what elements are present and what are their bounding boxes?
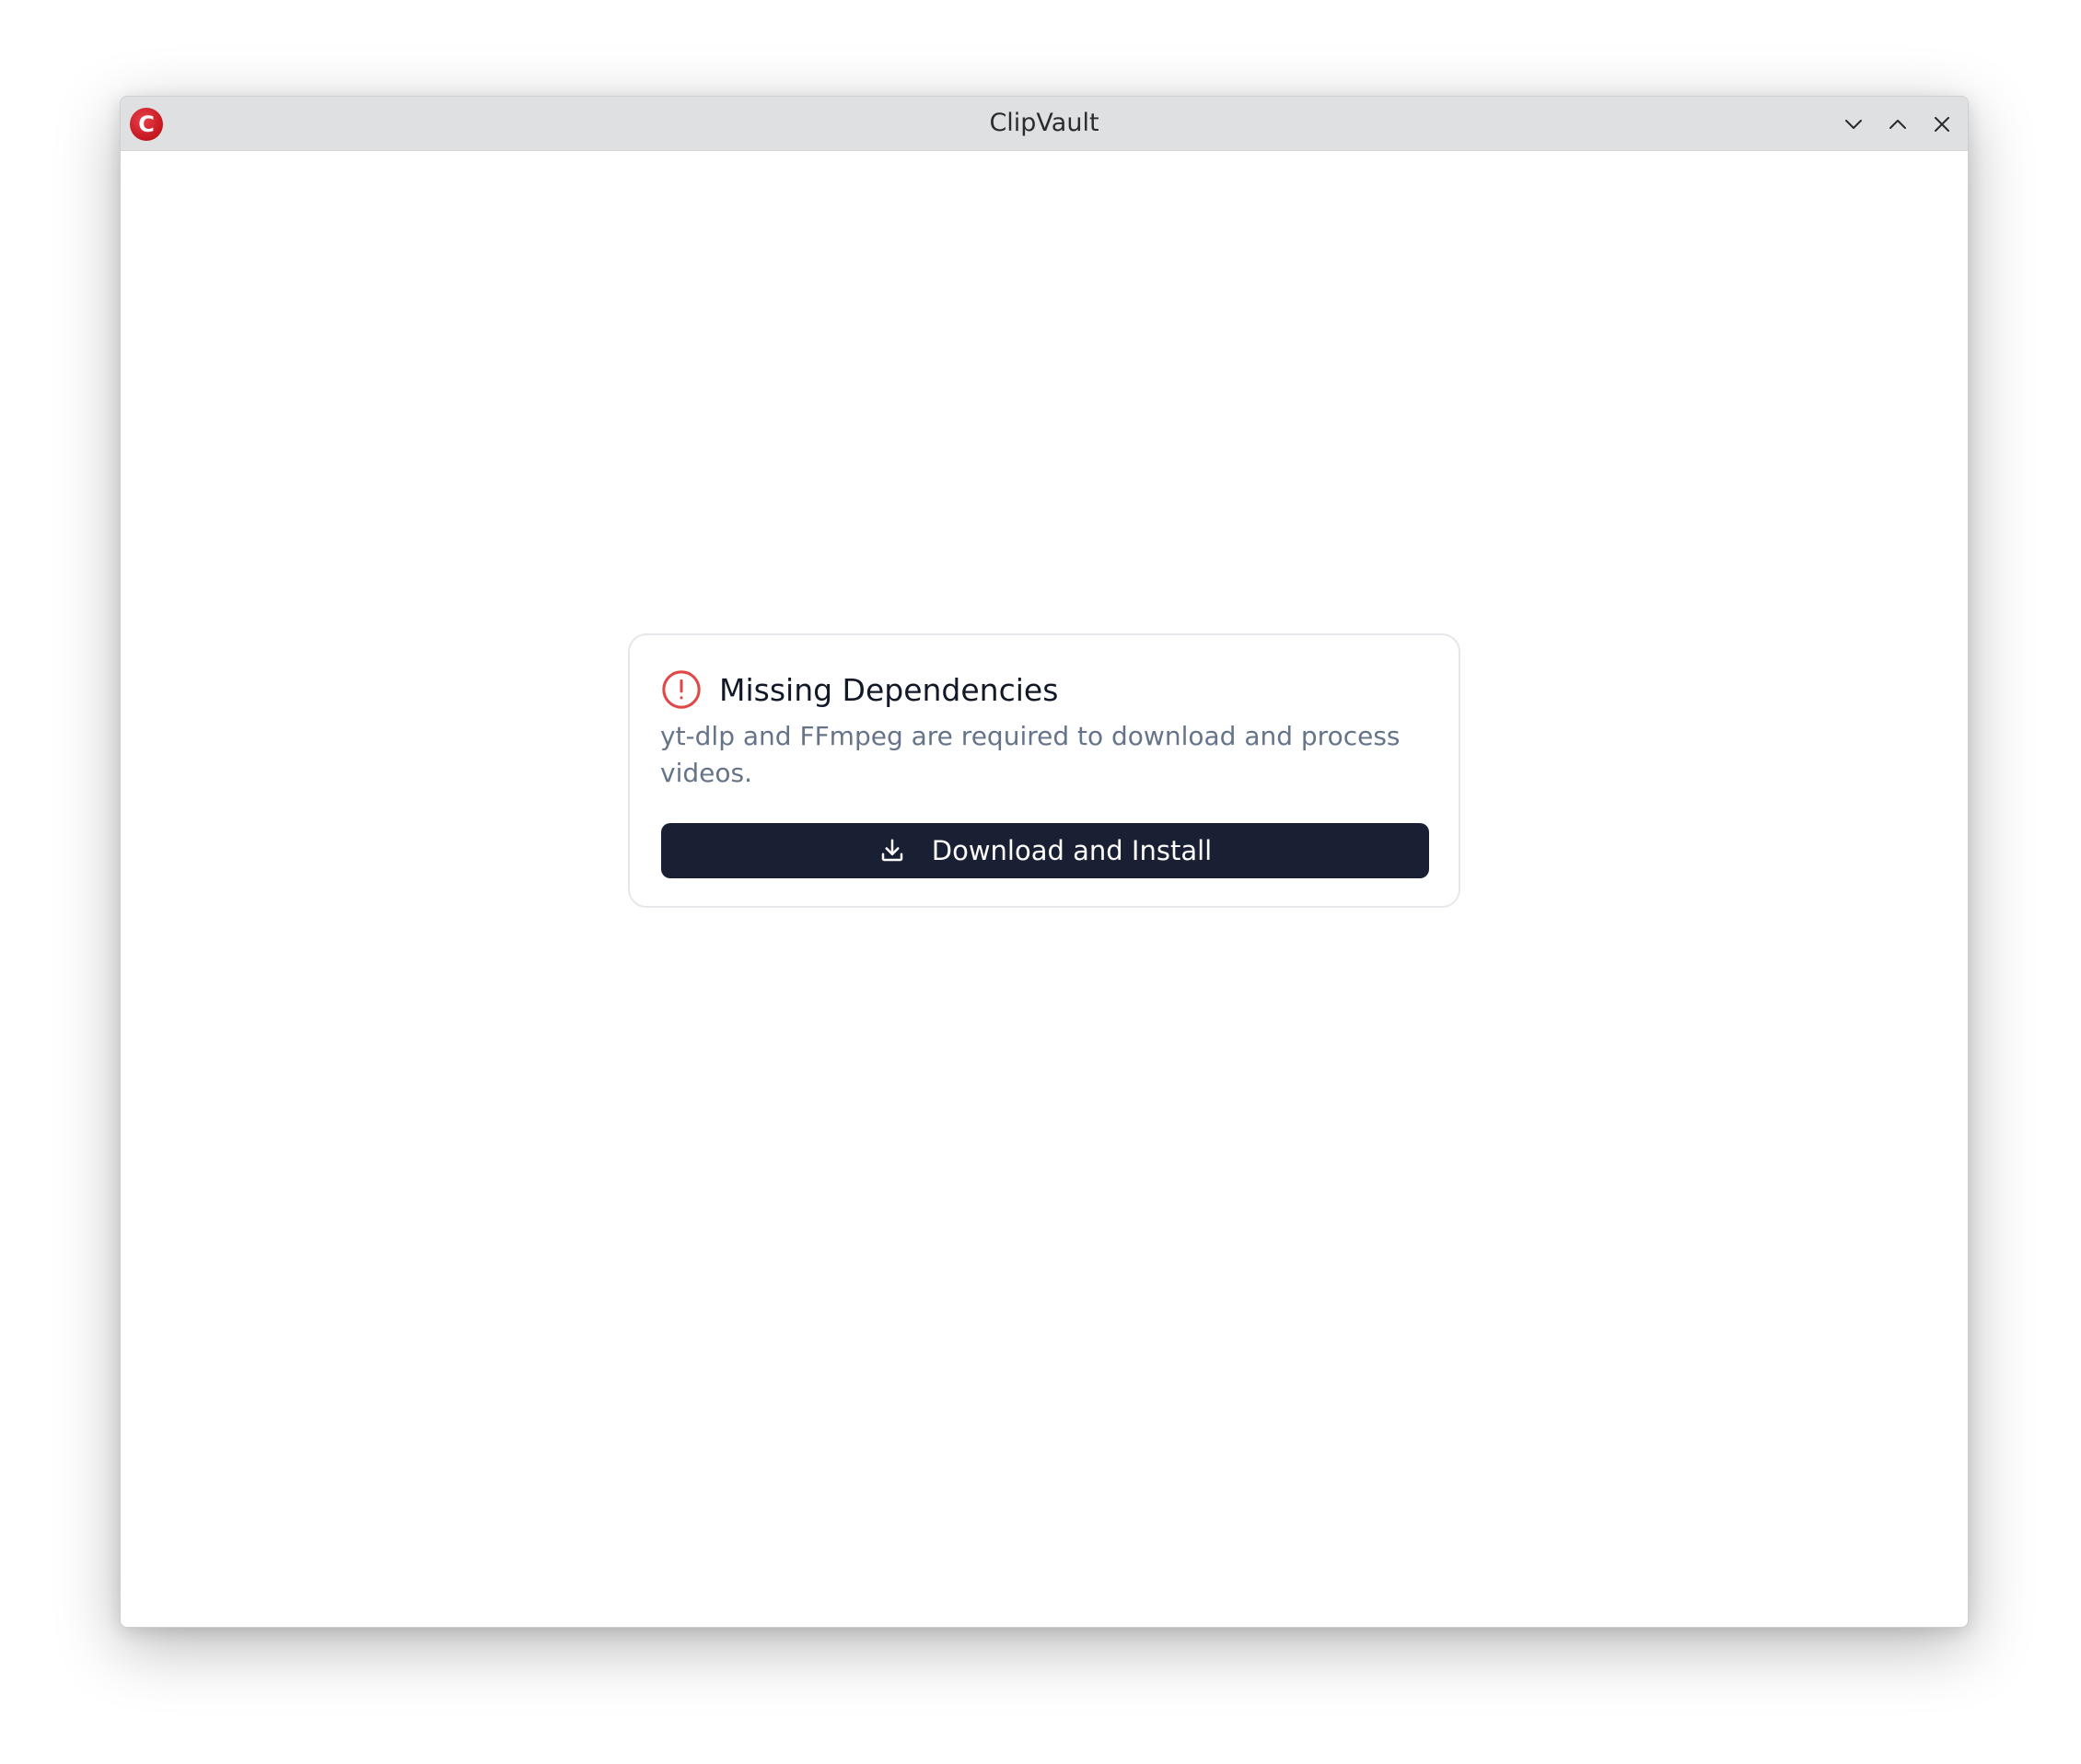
chevron-up-icon xyxy=(1889,120,1906,129)
missing-dependencies-card: Missing Dependencies yt-dlp and FFmpeg a… xyxy=(628,633,1460,908)
download-icon xyxy=(881,839,903,862)
window-title: ClipVault xyxy=(989,109,1099,137)
download-and-install-button[interactable]: Download and Install xyxy=(661,823,1429,878)
card-header: Missing Dependencies xyxy=(660,667,1058,712)
alert-circle-icon xyxy=(662,670,701,709)
dialog-description: yt-dlp and FFmpeg are required to downlo… xyxy=(660,721,1401,788)
close-icon xyxy=(1935,117,1949,132)
minimize-button[interactable] xyxy=(1839,110,1868,139)
dialog-title: Missing Dependencies xyxy=(719,671,1059,708)
maximize-button[interactable] xyxy=(1883,110,1912,139)
app-window: C ClipVault Missing Dependencies yt-dlp … xyxy=(120,96,1969,1628)
title-bar[interactable]: C ClipVault xyxy=(121,97,1968,151)
close-button[interactable] xyxy=(1927,110,1957,139)
chevron-down-icon xyxy=(1845,120,1862,129)
download-and-install-label: Download and Install xyxy=(931,835,1213,866)
